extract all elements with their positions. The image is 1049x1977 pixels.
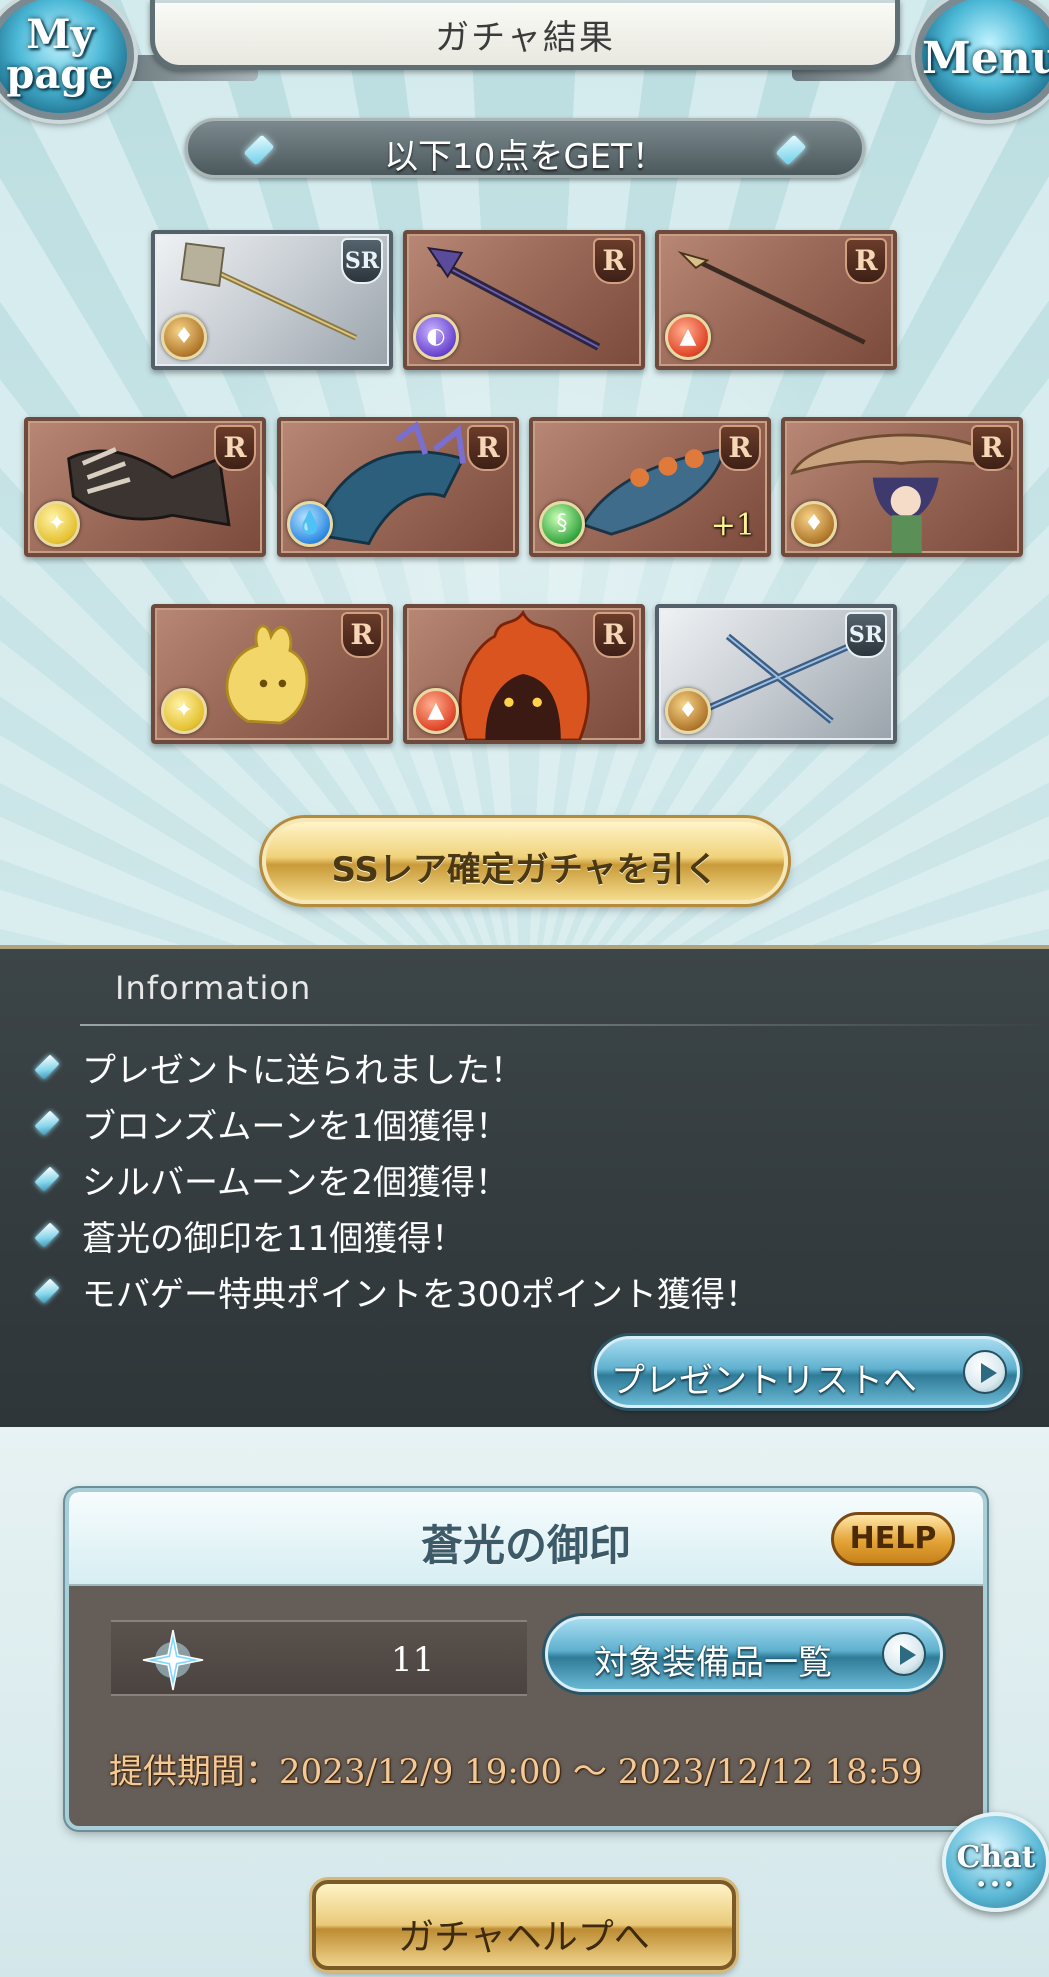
- chat-dots-icon: •••: [975, 1872, 1017, 1896]
- result-card-3[interactable]: R ▲: [655, 230, 897, 370]
- crystal-icon: [34, 1276, 60, 1306]
- chat-label: Chat: [956, 1840, 1036, 1875]
- information-list: プレゼントに送られました！ ブロンズムーンを1個獲得！ シルバームーンを2個獲得…: [30, 1039, 759, 1319]
- get-result-bar: 以下10点をGET！: [185, 118, 865, 178]
- rarity-badge: R: [467, 425, 509, 471]
- header-bar: ガチャ結果: [150, 0, 900, 70]
- present-list-button[interactable]: プレゼントリストへ: [594, 1336, 1020, 1408]
- mypage-label-line2: page: [6, 51, 114, 98]
- rarity-badge: R: [845, 238, 887, 284]
- result-card-8[interactable]: R ✦: [151, 604, 393, 744]
- list-item: ブロンズムーンを1個獲得！: [30, 1095, 759, 1151]
- information-divider: [80, 1024, 1049, 1026]
- menu-label: Menu: [922, 33, 1049, 84]
- seal-count-value: 11: [391, 1640, 435, 1680]
- water-element-icon: 💧: [287, 501, 333, 547]
- seal-panel: 蒼光の御印 HELP 11 対象装備品一覧 提供期間：2023/12/9 19:…: [65, 1488, 987, 1830]
- ss-rare-gacha-label: SSレア確定ガチャを引く: [331, 850, 719, 890]
- get-result-text: 以下10点をGET！: [384, 137, 666, 177]
- result-card-9[interactable]: R ▲: [403, 604, 645, 744]
- crystal-icon: [34, 1108, 60, 1138]
- light-element-icon: ✦: [161, 688, 207, 734]
- earth-element-icon: ♦: [791, 501, 837, 547]
- result-card-4[interactable]: R ✦: [24, 417, 266, 557]
- result-card-10[interactable]: SR ♦: [655, 604, 897, 744]
- crystal-icon: [34, 1220, 60, 1250]
- crystal-icon: [34, 1164, 60, 1194]
- target-equipment-list-button[interactable]: 対象装備品一覧: [545, 1616, 943, 1692]
- target-equipment-list-label: 対象装備品一覧: [594, 1643, 832, 1683]
- result-card-2[interactable]: R ◐: [403, 230, 645, 370]
- rarity-badge: R: [341, 612, 383, 658]
- play-arrow-icon: [963, 1350, 1007, 1394]
- wind-element-icon: §: [539, 501, 585, 547]
- ss-rare-gacha-button[interactable]: SSレア確定ガチャを引く: [262, 818, 788, 904]
- result-card-7[interactable]: R ♦: [781, 417, 1023, 557]
- earth-element-icon: ♦: [665, 688, 711, 734]
- rarity-badge: R: [719, 425, 761, 471]
- seal-panel-header: 蒼光の御印 HELP: [69, 1492, 983, 1586]
- rarity-badge: SR: [341, 238, 383, 284]
- list-item: モバゲー特典ポイントを300ポイント獲得！: [30, 1263, 759, 1319]
- light-element-icon: ✦: [34, 501, 80, 547]
- help-button[interactable]: HELP: [831, 1512, 955, 1566]
- rarity-badge: R: [593, 612, 635, 658]
- rarity-badge: SR: [845, 612, 887, 658]
- offer-period-text: 提供期間：2023/12/9 19:00 ～ 2023/12/12 18:59: [109, 1752, 923, 1792]
- result-card-6[interactable]: R § +1: [529, 417, 771, 557]
- list-item: プレゼントに送られました！: [30, 1039, 759, 1095]
- dark-element-icon: ◐: [413, 314, 459, 360]
- earth-element-icon: ♦: [161, 314, 207, 360]
- information-title: Information: [115, 969, 312, 1007]
- rarity-badge: R: [593, 238, 635, 284]
- result-card-5[interactable]: R 💧: [277, 417, 519, 557]
- result-card-1[interactable]: SR ♦: [151, 230, 393, 370]
- present-list-label: プレゼントリストへ: [611, 1361, 917, 1401]
- page-title: ガチャ結果: [435, 18, 615, 58]
- blue-seal-star-icon: [142, 1629, 204, 1691]
- fire-element-icon: ▲: [413, 688, 459, 734]
- plus-bonus-label: +1: [710, 508, 755, 543]
- gacha-help-button[interactable]: ガチャヘルプへ: [312, 1880, 736, 1970]
- list-item: 蒼光の御印を11個獲得！: [30, 1207, 759, 1263]
- play-arrow-icon: [882, 1632, 926, 1676]
- crystal-icon: [34, 1052, 60, 1082]
- list-item: シルバームーンを2個獲得！: [30, 1151, 759, 1207]
- chat-button[interactable]: Chat •••: [942, 1812, 1049, 1912]
- seal-count-box: 11: [111, 1620, 527, 1696]
- rarity-badge: R: [214, 425, 256, 471]
- rarity-badge: R: [971, 425, 1013, 471]
- fire-element-icon: ▲: [665, 314, 711, 360]
- gacha-help-label: ガチャヘルプへ: [398, 1917, 650, 1958]
